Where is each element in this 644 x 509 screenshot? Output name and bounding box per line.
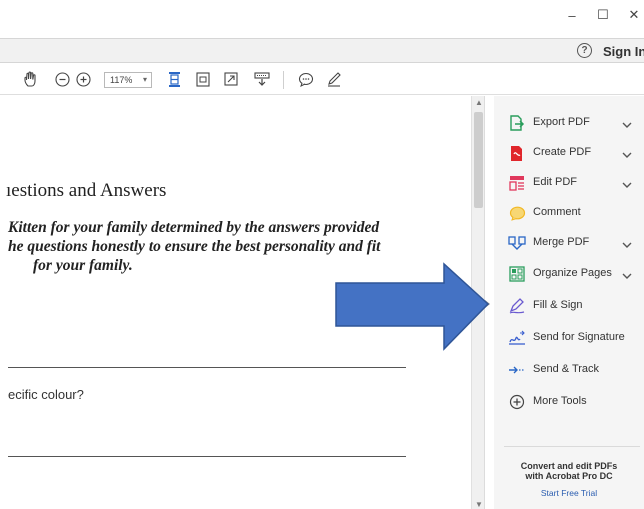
scroll-up-icon[interactable]: ▲ bbox=[475, 98, 483, 107]
help-icon[interactable]: ? bbox=[577, 43, 592, 58]
menu-bar: ? Sign In bbox=[0, 38, 644, 63]
chevron-down-icon[interactable] bbox=[621, 177, 633, 188]
tool-label: Send for Signature bbox=[533, 331, 625, 343]
tool-send-track[interactable]: Send & Track bbox=[494, 355, 644, 385]
tool-label: Fill & Sign bbox=[533, 299, 583, 311]
sign-in-link[interactable]: Sign In bbox=[603, 44, 644, 59]
document-viewport[interactable]: ıestions and Answers Kitten for your fam… bbox=[0, 96, 470, 509]
fit-width-icon[interactable] bbox=[165, 70, 183, 88]
tool-label: Send & Track bbox=[533, 363, 600, 375]
title-bar: – ☐ ✕ bbox=[0, 0, 644, 38]
zoom-value: 117% bbox=[110, 75, 133, 85]
export-pdf-icon bbox=[508, 114, 526, 132]
collapse-pane-icon[interactable] bbox=[485, 300, 490, 308]
zoom-out-icon[interactable] bbox=[53, 70, 71, 88]
toolbar: 117% ▾ bbox=[0, 63, 644, 95]
promo-divider bbox=[504, 446, 640, 447]
tool-edit-pdf[interactable]: Edit PDF bbox=[494, 168, 644, 198]
merge-pdf-icon bbox=[508, 234, 526, 252]
chevron-down-icon[interactable] bbox=[621, 147, 633, 158]
answer-line-2 bbox=[8, 456, 406, 457]
tool-label: Export PDF bbox=[533, 116, 590, 128]
tool-comment[interactable]: Comment bbox=[494, 198, 644, 228]
answer-line-1 bbox=[8, 367, 406, 368]
scrollbar-thumb[interactable] bbox=[474, 112, 483, 208]
document-intro-line-2: he questions honestly to ensure the best… bbox=[8, 238, 381, 255]
read-mode-icon[interactable] bbox=[253, 70, 271, 88]
tool-label: Create PDF bbox=[533, 146, 592, 158]
toolbar-divider bbox=[283, 71, 284, 89]
promo-title: Convert and edit PDFs with Acrobat Pro D… bbox=[494, 461, 644, 481]
tool-fill-sign[interactable]: Fill & Sign bbox=[494, 291, 644, 321]
chevron-down-icon[interactable] bbox=[621, 237, 633, 248]
pen-icon[interactable] bbox=[325, 70, 343, 88]
fill-sign-icon bbox=[508, 297, 526, 315]
tool-label: More Tools bbox=[533, 395, 587, 407]
tool-label: Merge PDF bbox=[533, 236, 590, 248]
edit-pdf-icon bbox=[508, 174, 526, 192]
zoom-select[interactable]: 117% ▾ bbox=[104, 72, 152, 88]
tools-pane: Export PDF Create PDF Edit PDF Comment M… bbox=[494, 96, 644, 509]
promo-line-1: Convert and edit PDFs bbox=[520, 461, 618, 471]
scroll-down-icon[interactable]: ▼ bbox=[475, 500, 483, 509]
create-pdf-icon bbox=[508, 144, 526, 162]
start-free-trial-link[interactable]: Start Free Trial bbox=[494, 488, 644, 498]
organize-pages-icon bbox=[508, 265, 526, 283]
minimize-button[interactable]: – bbox=[557, 4, 587, 26]
tool-organize-pages[interactable]: Organize Pages bbox=[494, 259, 644, 289]
full-screen-icon[interactable] bbox=[222, 70, 240, 88]
zoom-in-icon[interactable] bbox=[74, 70, 92, 88]
tool-export-pdf[interactable]: Export PDF bbox=[494, 108, 644, 138]
close-button[interactable]: ✕ bbox=[619, 4, 644, 26]
rotate-icon[interactable] bbox=[194, 70, 212, 88]
hand-icon[interactable] bbox=[22, 70, 40, 88]
tool-label: Organize Pages bbox=[533, 267, 612, 279]
chevron-down-icon[interactable] bbox=[621, 117, 633, 128]
promo-line-2: with Acrobat Pro DC bbox=[525, 471, 613, 481]
document-scrollbar[interactable]: ▲ ▼ bbox=[471, 96, 485, 509]
send-signature-icon bbox=[508, 329, 526, 347]
tool-label: Comment bbox=[533, 206, 581, 218]
send-track-icon bbox=[508, 361, 526, 379]
chevron-down-icon[interactable] bbox=[621, 268, 633, 279]
document-intro-line-3: for your family. bbox=[33, 257, 133, 274]
more-tools-icon bbox=[508, 393, 526, 411]
maximize-button[interactable]: ☐ bbox=[588, 4, 618, 26]
comment-bubble-icon bbox=[508, 204, 526, 222]
chevron-down-icon: ▾ bbox=[142, 75, 147, 84]
document-intro-line-1: Kitten for your family determined by the… bbox=[8, 219, 380, 236]
tool-send-for-signature[interactable]: Send for Signature bbox=[494, 323, 644, 353]
document-question: ecific colour? bbox=[8, 387, 84, 402]
tool-label: Edit PDF bbox=[533, 176, 578, 188]
tool-create-pdf[interactable]: Create PDF bbox=[494, 138, 644, 168]
tool-more-tools[interactable]: More Tools bbox=[494, 387, 644, 417]
comment-icon[interactable] bbox=[297, 70, 315, 88]
tool-merge-pdf[interactable]: Merge PDF bbox=[494, 228, 644, 258]
document-heading: ıestions and Answers bbox=[6, 180, 167, 201]
